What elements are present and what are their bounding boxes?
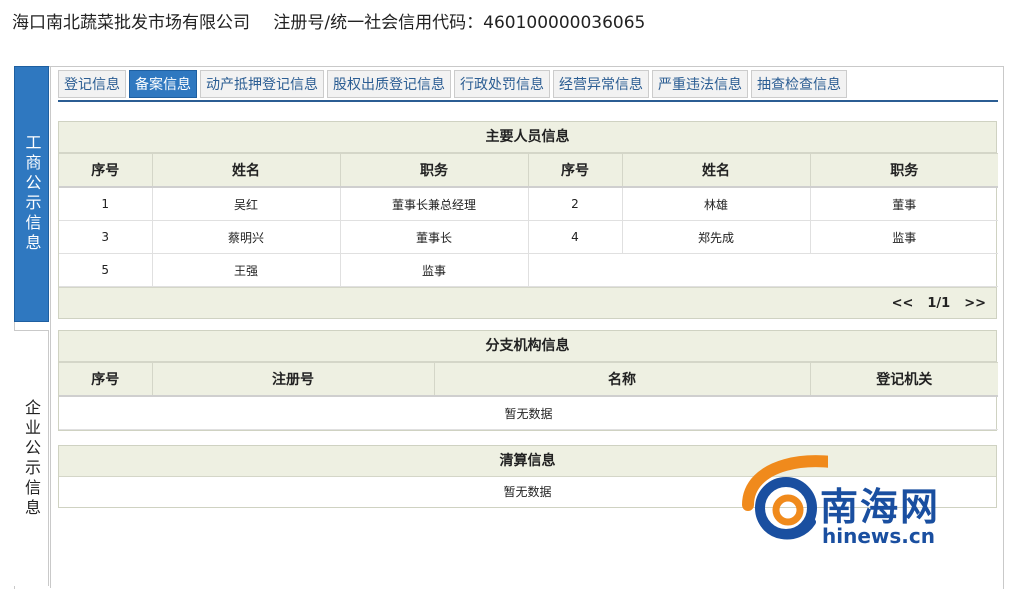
column-header: 序号 xyxy=(59,153,153,188)
tab-equity-pledge[interactable]: 股权出质登记信息 xyxy=(327,70,451,98)
company-name: 海口南北蔬菜批发市场有限公司 xyxy=(12,13,250,33)
column-header: 序号 xyxy=(59,362,153,397)
tab-serious-violation[interactable]: 严重违法信息 xyxy=(652,70,748,98)
tab-registration[interactable]: 登记信息 xyxy=(58,70,126,98)
empty-message: 暂无数据 xyxy=(59,395,998,430)
table-row: 1 吴红 董事长兼总经理 2 林雄 董事 xyxy=(59,186,998,221)
table-cell: 董事长 xyxy=(339,220,529,254)
tab-inspection[interactable]: 抽查检查信息 xyxy=(751,70,847,98)
table-row: 5 王强 监事 xyxy=(59,253,998,287)
tab-underline xyxy=(58,100,998,102)
table-row: 3 蔡明兴 董事长 4 郑先成 监事 xyxy=(59,220,998,254)
section-title: 分支机构信息 xyxy=(59,331,996,362)
table-cell: 监事 xyxy=(339,253,529,287)
pagination: << 1/1 >> xyxy=(59,287,996,318)
table-cell xyxy=(527,253,998,287)
table-cell: 3 xyxy=(59,220,153,254)
branch-table: 序号 注册号 名称 登记机关 暂无数据 xyxy=(59,362,998,430)
table-row: 暂无数据 xyxy=(59,395,998,430)
tab-filing[interactable]: 备案信息 xyxy=(129,70,197,98)
branch-section: 分支机构信息 序号 注册号 名称 登记机关 暂无数据 xyxy=(58,330,998,431)
table-cell: 吴红 xyxy=(151,186,341,221)
table-cell: 5 xyxy=(59,253,153,287)
swirl-logo-icon xyxy=(742,455,828,540)
hinews-logo: 南海网 hinews.cn xyxy=(738,450,998,560)
logo-text-cn: 南海网 xyxy=(820,485,941,529)
tab-abnormal-operation[interactable]: 经营异常信息 xyxy=(553,70,649,98)
info-tabs: 登记信息 备案信息 动产抵押登记信息 股权出质登记信息 行政处罚信息 经营异常信… xyxy=(58,70,847,100)
next-page-button[interactable]: >> xyxy=(964,296,986,311)
column-header: 姓名 xyxy=(621,153,811,188)
tab-admin-penalty[interactable]: 行政处罚信息 xyxy=(454,70,550,98)
column-header: 职务 xyxy=(339,153,529,188)
company-header: 海口南北蔬菜批发市场有限公司 注册号/统一社会信用代码：460100000036… xyxy=(12,8,645,38)
page-indicator: 1/1 xyxy=(927,295,951,311)
logo-text-en: hinews.cn xyxy=(822,524,935,548)
table-cell: 董事 xyxy=(809,186,998,221)
column-header: 登记机关 xyxy=(809,362,998,397)
column-header: 注册号 xyxy=(151,362,435,397)
prev-page-button[interactable]: << xyxy=(892,296,914,311)
table-cell: 林雄 xyxy=(621,186,811,221)
personnel-table: 序号 姓名 职务 序号 姓名 职务 1 吴红 董事长兼总经理 2 林雄 董事 3… xyxy=(59,153,998,287)
registration-number: 注册号/统一社会信用代码：460100000036065 xyxy=(273,13,646,33)
table-cell: 监事 xyxy=(809,220,998,254)
side-tab-label: 工商公示信息 xyxy=(22,134,42,254)
side-tab-business-info[interactable]: 工商公示信息 xyxy=(14,66,49,322)
column-header: 名称 xyxy=(433,362,811,397)
column-header: 序号 xyxy=(527,153,623,188)
section-title: 主要人员信息 xyxy=(59,122,996,153)
table-cell: 2 xyxy=(527,186,623,221)
column-header: 职务 xyxy=(809,153,998,188)
table-cell: 王强 xyxy=(151,253,341,287)
tab-chattel-mortgage[interactable]: 动产抵押登记信息 xyxy=(200,70,324,98)
table-cell: 1 xyxy=(59,186,153,221)
column-header: 姓名 xyxy=(151,153,341,188)
table-cell: 4 xyxy=(527,220,623,254)
side-tab-enterprise-info[interactable]: 企业公示信息 xyxy=(14,330,49,586)
side-tab-label: 企业公示信息 xyxy=(22,398,41,519)
table-cell: 郑先成 xyxy=(621,220,811,254)
table-cell: 董事长兼总经理 xyxy=(339,186,529,221)
side-divider xyxy=(50,66,51,588)
personnel-section: 主要人员信息 序号 姓名 职务 序号 姓名 职务 1 吴红 董事长兼总经理 2 … xyxy=(58,121,998,319)
table-cell: 蔡明兴 xyxy=(151,220,341,254)
